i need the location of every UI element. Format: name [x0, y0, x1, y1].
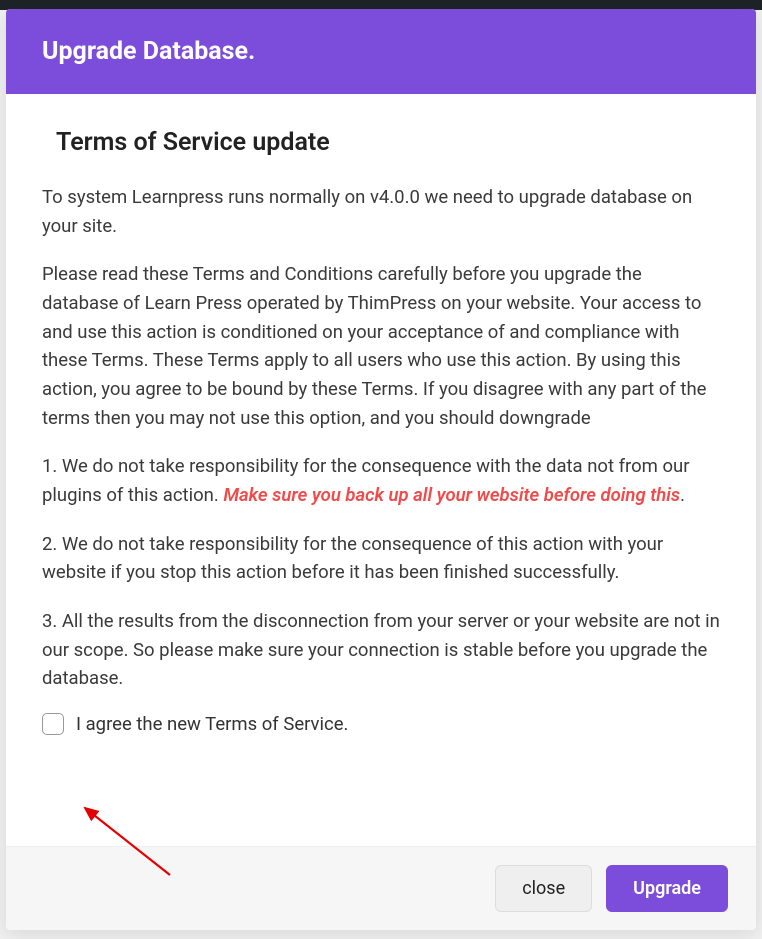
terms-paragraph-conditions: Please read these Terms and Conditions c…	[42, 260, 720, 432]
modal-body: Terms of Service update To system Learnp…	[6, 94, 756, 846]
terms-paragraph-item-2: 2. We do not take responsibility for the…	[42, 530, 720, 587]
upgrade-modal: Upgrade Database. Terms of Service updat…	[6, 9, 756, 930]
terms-title: Terms of Service update	[42, 128, 720, 157]
modal-header: Upgrade Database.	[6, 9, 756, 94]
upgrade-button[interactable]: Upgrade	[606, 865, 728, 912]
agree-label: I agree the new Terms of Service.	[76, 713, 348, 735]
terms-paragraph-item-1: 1. We do not take responsibility for the…	[42, 452, 720, 509]
terms-backup-warning: Make sure you back up all your website b…	[223, 484, 680, 506]
terms-item-1-tail: .	[680, 484, 685, 506]
modal-title: Upgrade Database.	[42, 37, 255, 66]
terms-paragraph-intro: To system Learnpress runs normally on v4…	[42, 183, 720, 240]
close-button[interactable]: close	[495, 865, 592, 912]
agree-checkbox[interactable]	[42, 713, 64, 735]
terms-paragraph-item-3: 3. All the results from the disconnectio…	[42, 607, 720, 693]
agree-row: I agree the new Terms of Service.	[42, 713, 720, 735]
modal-footer: close Upgrade	[6, 846, 756, 930]
